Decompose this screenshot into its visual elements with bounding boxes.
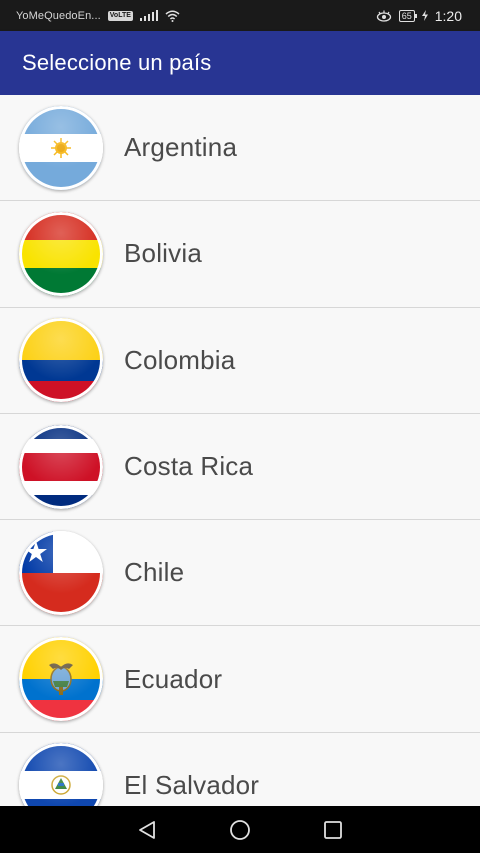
signal-icon — [139, 10, 159, 21]
list-item-argentina[interactable]: Argentina — [0, 95, 480, 202]
list-item-bolivia[interactable]: Bolivia — [0, 201, 480, 308]
colombia-flag-icon — [19, 318, 103, 403]
wifi-icon — [165, 10, 180, 22]
navigation-bar — [0, 806, 480, 853]
country-name: Bolivia — [124, 238, 202, 269]
charging-bolt-icon — [421, 10, 428, 21]
page-title: Seleccione un país — [22, 50, 212, 75]
country-name: El Salvador — [124, 769, 260, 800]
country-name: Colombia — [124, 344, 236, 375]
list-item-costa-rica[interactable]: Costa Rica — [0, 413, 480, 521]
chile-flag-icon — [19, 530, 103, 615]
recents-button[interactable] — [321, 818, 345, 842]
country-name: Costa Rica — [124, 451, 254, 482]
status-bar: YoMeQuedoEn... VoLTE 65 1:20 — [0, 0, 480, 31]
status-right: 65 1:20 — [376, 8, 462, 24]
list-item-chile[interactable]: Chile — [0, 520, 480, 627]
list-item-ecuador[interactable]: Ecuador — [0, 626, 480, 733]
volte-icon: VoLTE — [107, 10, 133, 21]
back-triangle-icon — [138, 820, 155, 839]
country-list[interactable]: Argentina Bolivia Colombia Costa Rica Ch… — [0, 95, 480, 806]
costa-rica-flag-icon — [19, 424, 103, 509]
country-name: Chile — [124, 557, 185, 588]
battery-icon: 65 — [398, 9, 417, 22]
status-app-name: YoMeQuedoEn... — [16, 9, 101, 22]
country-name: Ecuador — [124, 663, 223, 694]
list-item-colombia[interactable]: Colombia — [0, 307, 480, 414]
recents-square-icon — [324, 820, 343, 839]
ecuador-flag-icon — [19, 637, 103, 722]
app-bar: Seleccione un país — [0, 31, 480, 95]
status-left: YoMeQuedoEn... VoLTE — [16, 10, 180, 22]
clock: 1:20 — [434, 7, 462, 24]
list-item-el-salvador[interactable]: El Salvador — [0, 732, 480, 806]
el-salvador-flag-icon — [19, 743, 103, 806]
bolivia-flag-icon — [19, 211, 103, 296]
argentina-flag-icon — [19, 105, 103, 190]
back-button[interactable] — [135, 818, 159, 842]
eye-comfort-icon — [376, 10, 391, 22]
home-circle-icon — [230, 819, 250, 840]
home-button[interactable] — [228, 818, 252, 842]
country-name: Argentina — [124, 132, 238, 163]
